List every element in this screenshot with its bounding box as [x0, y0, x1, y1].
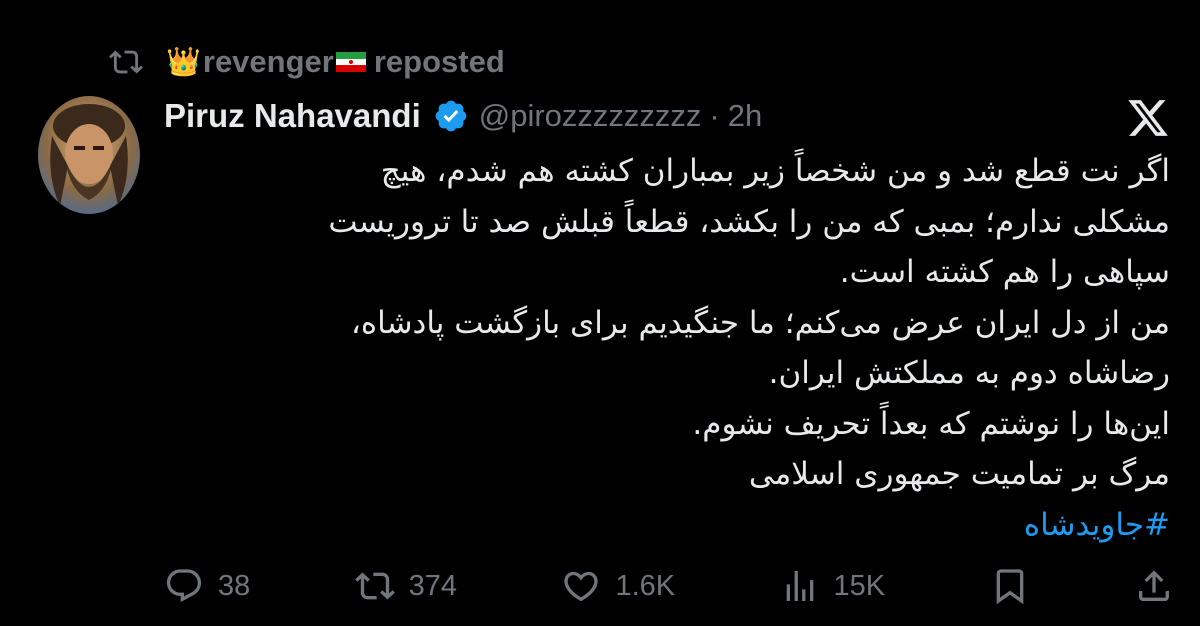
tweet-text: اگر نت قطع شد و من شخصاً زیر بمباران کشت… [164, 146, 1170, 550]
iran-flag-icon [335, 52, 366, 72]
reposter-name[interactable]: revenger [203, 44, 334, 80]
heart-icon [564, 571, 599, 602]
tweet-line: اگر نت قطع شد و من شخصاً زیر بمباران کشت… [380, 153, 1170, 189]
bookmark-icon [996, 569, 1023, 605]
share-icon [1138, 570, 1169, 601]
repost-icon [354, 572, 395, 600]
action-bar: 38 374 1.6K 15K [164, 558, 1174, 614]
repost-context[interactable]: 👑 revenger reposted [108, 40, 505, 84]
tweet-line: مشکلی ندارم؛ بمبی که من را بکشد، قطعاً ق… [328, 203, 1170, 240]
verified-badge-icon [435, 100, 467, 132]
views-button[interactable]: 15K [780, 566, 886, 606]
tweet-line: من از دل ایران عرض می‌کنم؛ ما جنگیدیم بر… [350, 304, 1170, 341]
view-count: 15K [833, 569, 886, 602]
bookmark-button[interactable] [990, 566, 1030, 606]
repost-button[interactable]: 374 [354, 566, 458, 606]
timestamp[interactable]: 2h [728, 98, 762, 134]
reply-icon [166, 569, 202, 603]
share-button[interactable] [1134, 566, 1174, 606]
like-button[interactable]: 1.6K [561, 566, 675, 606]
x-logo-icon [1128, 100, 1168, 136]
views-chart-icon [786, 571, 813, 601]
display-name[interactable]: Piruz Nahavandi [164, 97, 421, 135]
reply-count: 38 [218, 569, 251, 602]
tweet-line: سپاهی را هم کشته است. [839, 254, 1170, 290]
hashtag-link[interactable]: #جاویدشاه [164, 500, 1170, 551]
tweet-header: Piruz Nahavandi @pirozzzzzzzzz · 2h [164, 92, 762, 140]
tweet-line: مرگ بر تمامیت جمهوری اسلامی [748, 456, 1170, 492]
retweet-icon [109, 50, 143, 74]
tweet-line: رضاشاه دوم به مملکتش ایران. [768, 355, 1170, 391]
reply-button[interactable]: 38 [164, 566, 250, 606]
crown-emoji: 👑 [166, 46, 201, 77]
separator-dot: · [709, 98, 720, 133]
like-count: 1.6K [615, 569, 676, 602]
avatar[interactable] [38, 96, 140, 214]
tweet-line: این‌ها را نوشتم که بعداً تحریف نشوم. [692, 405, 1170, 442]
repost-count: 374 [408, 569, 458, 602]
reposted-label: reposted [373, 44, 505, 79]
user-handle[interactable]: @pirozzzzzzzzz [479, 98, 702, 134]
